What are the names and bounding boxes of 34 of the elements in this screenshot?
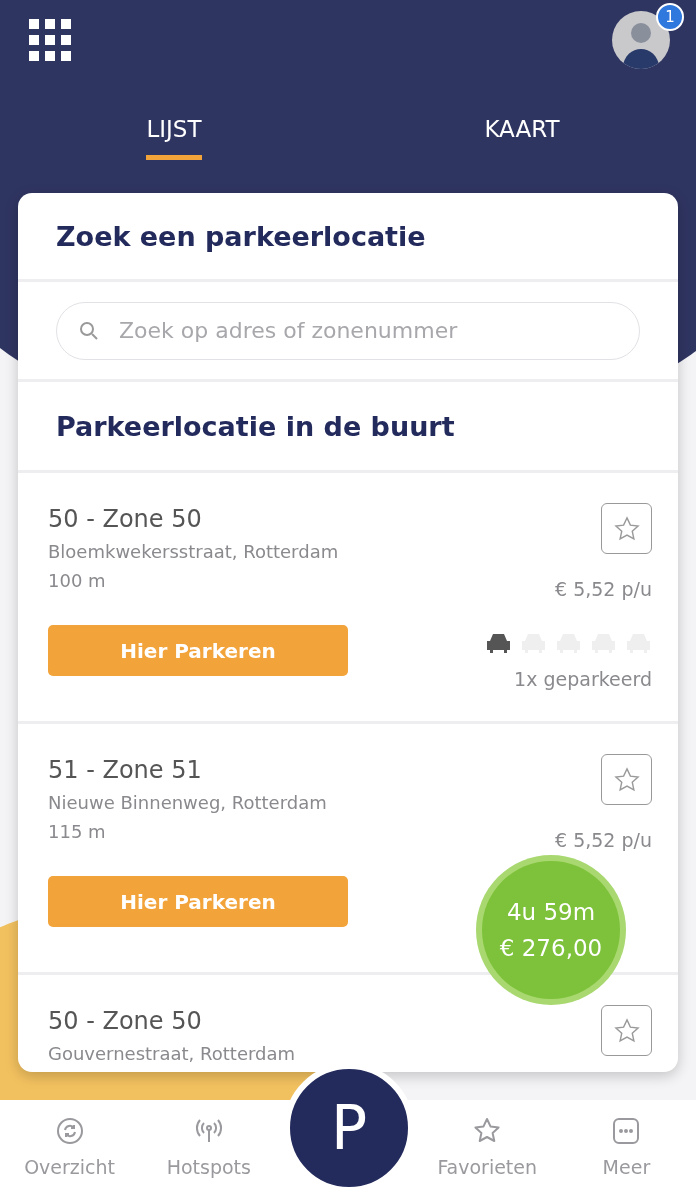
distance: 100 m [48, 570, 107, 591]
star-icon [612, 514, 641, 543]
star-icon [612, 1016, 641, 1045]
favorite-button[interactable] [601, 503, 652, 554]
tab[interactable]: KAART [484, 116, 560, 160]
favorite-button[interactable] [601, 1005, 652, 1056]
park-button[interactable]: Hier Parkeren [48, 876, 348, 927]
session-duration: 4u 59m [506, 899, 596, 925]
card-title: Zoek een parkeerlocatie [56, 220, 426, 252]
zone-name: 50 - Zone 50 [48, 505, 203, 533]
search-icon [79, 320, 99, 341]
sync-icon [54, 1116, 85, 1146]
menu-icon[interactable] [29, 19, 71, 61]
distance: 115 m [48, 821, 107, 842]
park-button[interactable]: Hier Parkeren [48, 625, 348, 676]
session-cost: € 276,00 [499, 935, 603, 961]
price: € 5,52 p/u [555, 578, 652, 600]
tab[interactable]: LIJST [146, 116, 202, 160]
section-title: Parkeerlocatie in de buurt [56, 410, 455, 442]
nav-item[interactable]: Hotspots [139, 1100, 279, 1200]
nav-item[interactable]: Meer [556, 1100, 696, 1200]
zone-name: 50 - Zone 50 [48, 1007, 203, 1035]
nav-item[interactable]: Overzicht [0, 1100, 140, 1200]
location-item[interactable]: 50 - Zone 50 Bloemkwekersstraat, Rotterdam 100 m Hier Parkeren € 5,52 p/u 1x geparkeerd [18, 473, 678, 724]
star-icon [612, 765, 641, 794]
address: Gouvernestraat, Rotterdam [48, 1043, 296, 1064]
more-icon [611, 1116, 642, 1146]
address: Bloemkwekersstraat, Rotterdam [48, 541, 340, 562]
address: Nieuwe Binnenweg, Rotterdam [48, 792, 328, 813]
nav-item[interactable]: Favorieten [417, 1100, 557, 1200]
price: € 5,52 p/u [555, 829, 652, 851]
parked-count: 1x geparkeerd [514, 668, 652, 690]
favorite-button[interactable] [601, 754, 652, 805]
zone-name: 51 - Zone 51 [48, 756, 203, 784]
